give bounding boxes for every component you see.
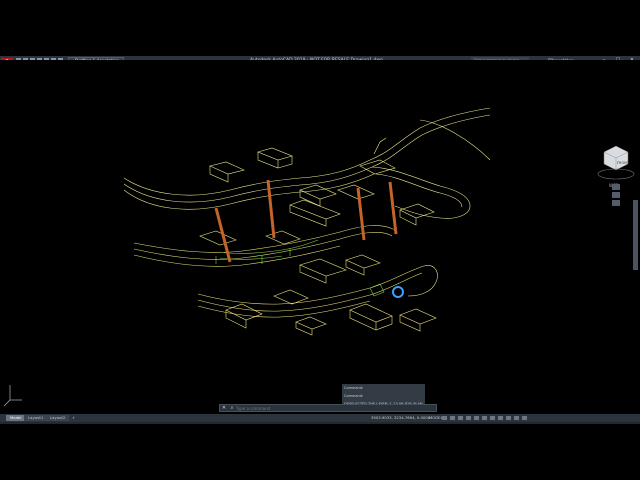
wireframe-model: FRONT WCS (3, 107, 635, 407)
letterbox-top (0, 0, 640, 56)
fullscreen-icon[interactable] (514, 416, 519, 420)
coordinate-readout: 3903.9033, 3234.7694, 0.0000 (371, 415, 431, 420)
middle-gallery (133, 225, 396, 284)
layout-tab-layout1[interactable]: Layout1 (24, 415, 48, 421)
layout-tab-model[interactable]: Model (6, 415, 26, 421)
polar-toggle-icon[interactable] (466, 416, 471, 420)
layout-tab-layout2[interactable]: Layout2 (46, 415, 70, 421)
letterbox-bottom (0, 424, 640, 480)
lower-gallery (197, 265, 438, 336)
grid-toggle-icon[interactable] (442, 416, 447, 420)
nav-pan-icon[interactable] (612, 192, 620, 198)
nav-wheel-icon[interactable] (612, 184, 620, 190)
viewcube[interactable]: FRONT WCS (597, 145, 635, 188)
nav-zoom-icon[interactable] (612, 200, 620, 206)
workspace-gear-icon[interactable] (498, 416, 503, 420)
command-history-line: Command: (342, 384, 425, 392)
viewport-scrollbar[interactable] (633, 200, 638, 270)
drawing-viewport[interactable]: FRONT WCS (0, 60, 640, 414)
command-search-icon[interactable]: ⌕ (228, 405, 236, 411)
command-history-line: Command: (342, 392, 425, 400)
command-line: ✕ ⌕ (219, 404, 437, 412)
status-toggles (442, 416, 527, 420)
osnap-toggle-icon[interactable] (474, 416, 479, 420)
add-layout-button[interactable]: + (68, 415, 79, 421)
customize-menu-icon[interactable] (522, 416, 527, 420)
command-close-icon[interactable]: ✕ (220, 405, 228, 411)
upper-gallery (123, 107, 491, 227)
isolate-icon[interactable] (506, 416, 511, 420)
raises (214, 179, 398, 263)
navigation-bar (612, 184, 620, 206)
ortho-toggle-icon[interactable] (458, 416, 463, 420)
model-space-toggle[interactable]: MODEL (429, 415, 443, 421)
lineweight-toggle-icon[interactable] (482, 416, 487, 420)
annotation-scale-icon[interactable] (490, 416, 495, 420)
viewcube-face-label: FRONT (617, 161, 630, 165)
status-bar: Model Layout1 Layout2 + 3903.9033, 3234.… (0, 414, 640, 422)
ucs-icon (3, 385, 22, 407)
snap-toggle-icon[interactable] (450, 416, 455, 420)
command-input[interactable] (236, 405, 426, 411)
cursor-indicator (392, 286, 404, 298)
